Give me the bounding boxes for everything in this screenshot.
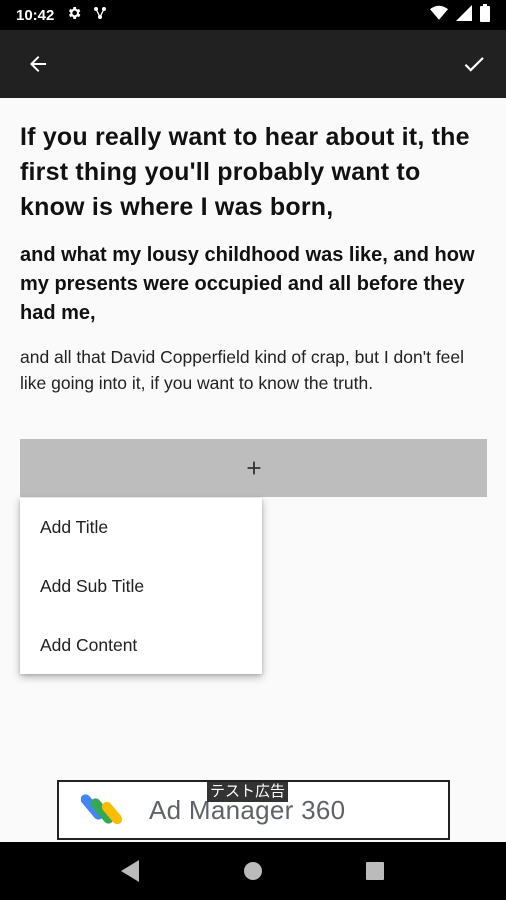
ad-test-label: テスト広告 bbox=[207, 782, 289, 802]
back-button[interactable] bbox=[20, 46, 56, 82]
arrow-back-icon bbox=[30, 56, 46, 72]
check-icon bbox=[464, 57, 484, 72]
menu-item-add-title[interactable]: Add Title bbox=[20, 498, 262, 557]
system-nav-bar bbox=[0, 842, 506, 900]
app-bar bbox=[0, 30, 506, 98]
add-block-button[interactable] bbox=[20, 439, 487, 497]
triangle-back-icon bbox=[121, 860, 139, 882]
signal-icon bbox=[456, 4, 472, 26]
content-title[interactable]: If you really want to hear about it, the… bbox=[20, 120, 486, 225]
status-bar: 10:42 bbox=[0, 0, 506, 30]
wifi-icon bbox=[430, 5, 448, 26]
add-menu: Add Title Add Sub Title Add Content bbox=[20, 498, 262, 674]
document-content: If you really want to hear about it, the… bbox=[20, 120, 486, 396]
settings-icon bbox=[66, 5, 82, 26]
square-recents-icon bbox=[366, 862, 384, 880]
battery-icon bbox=[480, 3, 490, 27]
nav-recents-button[interactable] bbox=[355, 851, 395, 891]
ad-manager-logo-icon bbox=[81, 794, 123, 825]
nav-home-button[interactable] bbox=[233, 851, 273, 891]
network-icon bbox=[92, 5, 108, 26]
content-body[interactable]: and all that David Copperfield kind of c… bbox=[20, 344, 486, 396]
nav-back-button[interactable] bbox=[111, 851, 151, 891]
menu-item-add-sub-title[interactable]: Add Sub Title bbox=[20, 557, 262, 616]
circle-home-icon bbox=[244, 862, 262, 880]
confirm-button[interactable] bbox=[456, 46, 492, 82]
ad-banner[interactable]: Ad Manager 360 テスト広告 bbox=[57, 780, 450, 840]
content-subtitle[interactable]: and what my lousy childhood was like, an… bbox=[20, 241, 486, 328]
plus-icon bbox=[247, 461, 260, 475]
menu-item-add-content[interactable]: Add Content bbox=[20, 616, 262, 675]
status-time: 10:42 bbox=[16, 6, 55, 24]
